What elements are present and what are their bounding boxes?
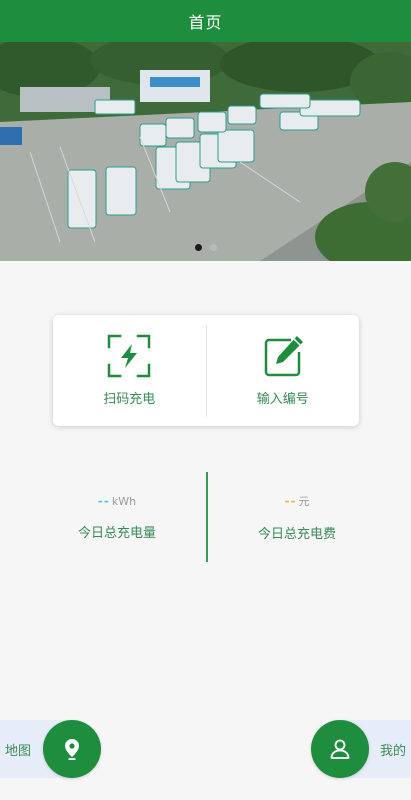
carousel-dot-2[interactable] (209, 244, 217, 251)
banner-image (0, 42, 411, 261)
energy-number: -- (97, 493, 110, 508)
scan-charge-label: 扫码充电 (103, 392, 156, 407)
scan-charge-button[interactable]: 扫码充电 (53, 315, 206, 426)
stat-fee: -- 元 今日总充电费 (212, 472, 382, 562)
map-button[interactable] (43, 720, 101, 778)
carousel-indicator (0, 244, 411, 251)
stat-fee-value: -- 元 (285, 493, 310, 509)
fee-label: 今日总充电费 (257, 526, 336, 542)
input-number-label: 输入编号 (256, 392, 309, 407)
charging-action-card: 扫码充电 输入编号 (53, 315, 359, 426)
carousel-dot-1[interactable] (194, 244, 202, 251)
energy-label: 今日总充电量 (77, 525, 156, 541)
map-nav-label: 地图 (5, 743, 32, 759)
stats-divider (206, 472, 208, 562)
banner-carousel[interactable] (0, 42, 411, 261)
user-icon (330, 739, 350, 759)
top-bar: 首页 (0, 0, 411, 42)
energy-unit: kWh (111, 494, 137, 508)
input-number-button[interactable]: 输入编号 (207, 315, 360, 426)
stat-energy-value: -- kWh (98, 494, 136, 508)
stat-energy: -- kWh 今日总充电量 (32, 472, 202, 562)
fee-number: -- (284, 493, 297, 508)
mine-button[interactable] (311, 720, 369, 778)
today-stats: -- kWh 今日总充电量 -- 元 今日总充电费 (32, 472, 382, 562)
mine-nav-label: 我的 (379, 743, 406, 759)
scan-charge-icon (108, 334, 151, 378)
edit-icon (264, 336, 303, 377)
map-pin-icon (65, 739, 79, 760)
fee-unit: 元 (298, 494, 310, 508)
page-title: 首页 (188, 13, 223, 32)
